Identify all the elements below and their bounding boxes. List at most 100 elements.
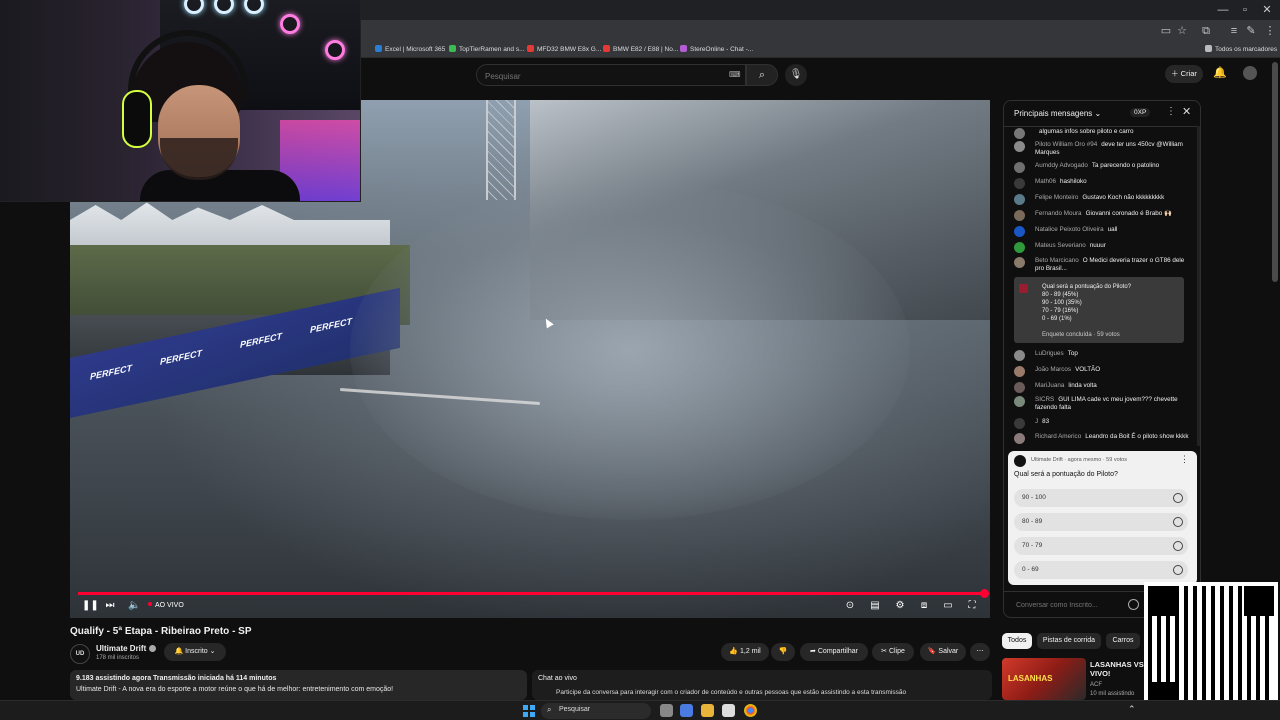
chat-avatar <box>1014 257 1025 268</box>
poll-menu-icon[interactable]: ⋮ <box>1180 454 1189 465</box>
chat-title: Principais mensagens <box>1014 109 1093 118</box>
theater-mode-icon[interactable]: ▭ <box>941 599 955 613</box>
chat-message-body: Math06 hashiloko <box>1035 178 1189 186</box>
poll-option[interactable]: 70 - 79 <box>1014 537 1188 555</box>
chip-carros[interactable]: Carros <box>1106 633 1140 649</box>
extensions-icon[interactable]: ⧉ <box>1198 23 1214 39</box>
related-video-channel[interactable]: ACF <box>1090 682 1102 688</box>
chat-avatar <box>1014 210 1025 221</box>
chat-author: LuDrigues <box>1035 350 1064 357</box>
progress-scrubber[interactable] <box>980 589 989 598</box>
subtitles-icon[interactable]: ▤ <box>868 599 882 613</box>
description-box[interactable]: 9.183 assistindo agora Transmissão inici… <box>70 670 527 700</box>
chip-todos[interactable]: Todos <box>1002 633 1032 649</box>
chat-text: Top <box>1067 350 1078 357</box>
chat-close-icon[interactable]: ✕ <box>1182 105 1191 118</box>
file-explorer-icon[interactable] <box>701 704 714 717</box>
bookmark-stereonline[interactable]: StereOnline - Chat -... <box>680 44 753 56</box>
search-input[interactable] <box>485 68 715 84</box>
channel-name-text: Ultimate Drift <box>96 644 147 653</box>
channel-name[interactable]: Ultimate Drift <box>96 644 157 653</box>
cast-icon[interactable]: ▭ <box>1158 23 1174 39</box>
bookmark-star-icon[interactable]: ☆ <box>1174 23 1190 39</box>
store-icon[interactable] <box>722 704 735 717</box>
chat-message: Natalice Peixoto Oliveira uall <box>1014 226 1189 237</box>
dislike-button[interactable]: 👎 <box>771 643 795 661</box>
tray-chevron-up-icon[interactable]: ⌃ <box>1128 704 1136 715</box>
subscribed-button[interactable]: 🔔 Inscrito ⌄ <box>164 643 226 661</box>
emoji-icon[interactable] <box>1128 599 1139 610</box>
chip-pistas-de-corrida[interactable]: Pistas de corrida <box>1037 633 1101 649</box>
chrome-icon[interactable] <box>744 704 757 717</box>
chat-text: GUI LIMA cade vc meu jovem??? chevette f… <box>1035 396 1178 411</box>
save-label: Salvar <box>938 648 959 655</box>
voice-search-button[interactable]: 🎙 <box>785 64 807 86</box>
chat-mode-dropdown[interactable]: Principais mensagens ⌄ <box>1014 109 1101 118</box>
maximize-icon[interactable]: ▫ <box>1234 2 1256 18</box>
progress-bar[interactable] <box>78 592 986 595</box>
settings-gear-icon[interactable]: ⚙ <box>893 599 907 613</box>
qr-code-pattern <box>1148 586 1274 712</box>
bookmark-bmw-e82[interactable]: BMW E82 / E88 | No... <box>603 44 678 56</box>
chat-message: MariJuana linda volta <box>1014 382 1189 393</box>
account-avatar[interactable] <box>1243 66 1257 80</box>
poll-option-label: 0 - 69 <box>1022 566 1039 573</box>
chat-message-body: Aumddy Advogado Ta parecendo o patolino <box>1035 162 1189 170</box>
taskbar-search[interactable]: ⌕ Pesquisar <box>541 703 651 719</box>
chat-message: Richard Americo Leandro da Boit É o pilot… <box>1014 433 1189 444</box>
clip-button[interactable]: ✂ Clipe <box>872 643 914 661</box>
like-button[interactable]: 👍 1,2 mil <box>721 643 769 661</box>
description-stats: 9.183 assistindo agora Transmissão inici… <box>76 675 277 682</box>
pen-icon[interactable]: ✎ <box>1243 23 1259 39</box>
related-video-title[interactable]: LASANHAS VS S VIVO! <box>1090 660 1151 678</box>
channel-avatar[interactable]: UD <box>70 644 90 664</box>
rgb-fan-icon <box>244 0 264 14</box>
bookmark-topTierRamen[interactable]: TopTierRamen and s... <box>449 44 525 56</box>
related-video-thumbnail[interactable]: LASANHAS <box>1002 658 1086 700</box>
next-icon[interactable]: ⏭ <box>104 599 116 613</box>
all-bookmarks[interactable]: Todos os marcadores <box>1205 44 1277 56</box>
poll-option[interactable]: 0 - 69 <box>1014 561 1188 579</box>
search-button[interactable]: ⌕ <box>746 64 778 86</box>
poll-option[interactable]: 90 - 100 <box>1014 489 1188 507</box>
poll-result-message: Qual será a pontuação do Piloto? 80 - 89… <box>1014 277 1184 343</box>
poll-icon <box>1019 284 1028 293</box>
chat-text: VOLTÃO <box>1075 366 1101 373</box>
pause-icon[interactable]: ❚❚ <box>82 599 99 613</box>
bookmark-excel[interactable]: Excel | Microsoft 365 <box>375 44 445 56</box>
chat-avatar <box>1014 418 1025 429</box>
fullscreen-icon[interactable]: ⛶ <box>965 599 979 613</box>
windows-start-icon[interactable] <box>523 705 535 717</box>
poll-meta: Ultimate Drift · agora mesmo · 59 votos <box>1031 457 1127 463</box>
create-button[interactable]: ＋ Criar <box>1165 65 1203 83</box>
chat-menu-icon[interactable]: ⋮ <box>1166 106 1176 117</box>
task-view-icon[interactable] <box>660 704 673 717</box>
poll-option[interactable]: 80 - 89 <box>1014 513 1188 531</box>
chat-author: João Marcos <box>1035 366 1072 373</box>
volume-icon[interactable]: 🔈 <box>128 599 140 613</box>
copilot-icon[interactable] <box>680 704 693 717</box>
live-indicator[interactable]: AO VIVO <box>148 600 184 612</box>
chat-avatar <box>1014 162 1025 173</box>
keyboard-icon[interactable]: ⌨ <box>729 70 741 80</box>
share-button[interactable]: ➦ Compartilhar <box>800 643 868 661</box>
radio-circle-icon <box>1173 541 1183 551</box>
autoplay-toggle-icon[interactable]: ⊙ <box>842 599 858 613</box>
sponsor-text: PERFECT <box>240 330 283 350</box>
close-window-icon[interactable]: ✕ <box>1256 2 1278 18</box>
chat-scrollbar[interactable] <box>1197 126 1200 446</box>
page-scrollbar[interactable] <box>1272 62 1278 282</box>
miniplayer-icon[interactable]: ⧈ <box>917 599 931 613</box>
xp-badge[interactable]: 0XP <box>1130 108 1151 117</box>
windows-taskbar: ⌕ Pesquisar ⌃ <box>0 700 1280 720</box>
more-actions-button[interactable]: ⋯ <box>970 643 990 661</box>
save-button[interactable]: 🔖 Salvar <box>920 643 966 661</box>
poll-result-line: 90 - 100 (35%) <box>1042 300 1082 306</box>
notifications-bell-icon[interactable]: 🔔 <box>1213 66 1227 80</box>
mfd32-icon <box>527 45 534 52</box>
minimize-icon[interactable]: — <box>1212 2 1234 18</box>
bookmark-mfd32[interactable]: MFD32 BMW E8x G... <box>527 44 601 56</box>
menu-dots-icon[interactable]: ⋮ <box>1262 23 1278 39</box>
chat-message: LuDrigues Top <box>1014 350 1189 361</box>
media-icon[interactable]: ≡ <box>1226 23 1242 39</box>
